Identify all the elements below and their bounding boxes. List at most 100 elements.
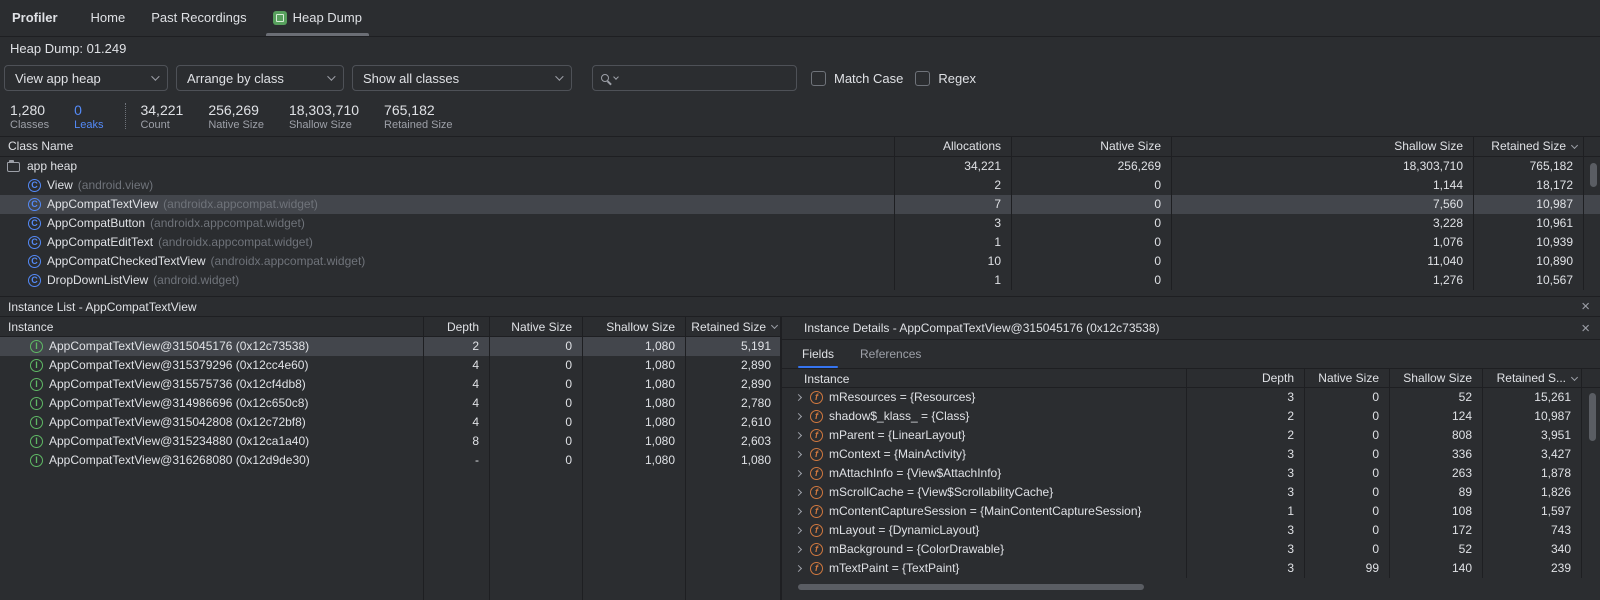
tab-heap-dump[interactable]: Heap Dump: [260, 0, 375, 36]
class-row[interactable]: CDropDownListView(android.widget)101,276…: [0, 271, 1600, 290]
close-icon[interactable]: ×: [1581, 297, 1590, 317]
class-name-label: View: [47, 176, 73, 195]
instance-retained-cell: 2,603: [685, 432, 781, 451]
stat-leaks[interactable]: 0 Leaks: [74, 102, 103, 131]
field-icon: f: [810, 448, 823, 461]
field-native-cell: 0: [1304, 540, 1389, 559]
chevron-right-icon[interactable]: [795, 546, 802, 553]
column-divider: [423, 317, 424, 600]
chevron-right-icon[interactable]: [795, 527, 802, 534]
column-header-depth[interactable]: Depth: [423, 317, 489, 336]
search-field[interactable]: [592, 65, 797, 91]
column-header-native-size[interactable]: Native Size: [489, 317, 582, 336]
match-case-option[interactable]: Match Case: [811, 71, 903, 86]
chevron-right-icon[interactable]: [795, 432, 802, 439]
field-name-label: mContext = {MainActivity}: [829, 445, 966, 464]
class-filter-select[interactable]: Show all classes: [352, 65, 572, 91]
column-header-instance[interactable]: Instance: [0, 317, 423, 336]
field-row[interactable]: fmContext = {MainActivity}303363,427: [782, 445, 1600, 464]
field-row[interactable]: fmTextPaint = {TextPaint}399140239: [782, 559, 1600, 578]
class-row[interactable]: CAppCompatCheckedTextView(androidx.appco…: [0, 252, 1600, 271]
class-row[interactable]: CAppCompatEditText(androidx.appcompat.wi…: [0, 233, 1600, 252]
column-header-shallow-size[interactable]: Shallow Size: [1389, 369, 1482, 387]
column-header-instance[interactable]: Instance: [782, 369, 1186, 387]
heap-scope-select[interactable]: View app heap: [4, 65, 168, 91]
instance-row[interactable]: IAppCompatTextView@315575736 (0x12cf4db8…: [0, 375, 780, 394]
column-header-native-size[interactable]: Native Size: [1011, 137, 1171, 156]
scrollbar-gutter: [1581, 369, 1598, 387]
instance-split: Instance Depth Native Size Shallow Size …: [0, 317, 1600, 600]
field-shallow-cell: 808: [1389, 426, 1482, 445]
instance-row[interactable]: IAppCompatTextView@315045176 (0x12c73538…: [0, 337, 780, 356]
regex-option[interactable]: Regex: [915, 71, 976, 86]
instance-row[interactable]: IAppCompatTextView@314986696 (0x12c650c8…: [0, 394, 780, 413]
chevron-right-icon[interactable]: [795, 470, 802, 477]
field-name-cell: fmBackground = {ColorDrawable}: [782, 540, 1186, 559]
scrollbar-gutter-cell: [1581, 445, 1598, 464]
chevron-right-icon[interactable]: [795, 451, 802, 458]
instance-retained-cell: 5,191: [685, 337, 781, 356]
fields-scrollbar-vertical[interactable]: [1589, 393, 1596, 441]
search-input[interactable]: [624, 71, 788, 85]
field-name-cell: fmTextPaint = {TextPaint}: [782, 559, 1186, 578]
column-header-depth-label: Depth: [1262, 369, 1294, 387]
field-depth-cell: 3: [1186, 521, 1304, 540]
field-row[interactable]: fmBackground = {ColorDrawable}3052340: [782, 540, 1600, 559]
instance-depth-cell: 4: [423, 413, 489, 432]
instance-native-cell: 0: [489, 337, 582, 356]
field-row[interactable]: fmResources = {Resources}305215,261: [782, 388, 1600, 407]
tab-references[interactable]: References: [860, 340, 921, 368]
field-row[interactable]: fmAttachInfo = {View$AttachInfo}302631,8…: [782, 464, 1600, 483]
class-table-scrollbar[interactable]: [1590, 163, 1597, 187]
column-header-allocations[interactable]: Allocations: [894, 137, 1011, 156]
search-history-chevron-icon[interactable]: [613, 74, 619, 80]
field-row[interactable]: fshadow$_klass_ = {Class}2012410,987: [782, 407, 1600, 426]
chevron-right-icon[interactable]: [795, 565, 802, 572]
stat-retained-size-label: Retained Size: [384, 119, 453, 131]
stat-shallow-size-value: 18,303,710: [289, 102, 359, 118]
field-row[interactable]: fmLayout = {DynamicLayout}30172743: [782, 521, 1600, 540]
instance-row[interactable]: IAppCompatTextView@316268080 (0x12d9de30…: [0, 451, 780, 470]
field-row[interactable]: fmScrollCache = {View$ScrollabilityCache…: [782, 483, 1600, 502]
field-row[interactable]: fmParent = {LinearLayout}208083,951: [782, 426, 1600, 445]
chevron-right-icon[interactable]: [795, 413, 802, 420]
instance-row[interactable]: IAppCompatTextView@315379296 (0x12cc4e60…: [0, 356, 780, 375]
chevron-right-icon[interactable]: [795, 508, 802, 515]
column-header-native-size[interactable]: Native Size: [1304, 369, 1389, 387]
tab-home[interactable]: Home: [78, 0, 139, 36]
chevron-right-icon[interactable]: [795, 394, 802, 401]
chevron-right-icon[interactable]: [795, 489, 802, 496]
class-icon: C: [28, 198, 41, 211]
match-case-checkbox[interactable]: [811, 71, 826, 86]
instance-row[interactable]: IAppCompatTextView@315042808 (0x12c72bf8…: [0, 413, 780, 432]
class-row[interactable]: CAppCompatButton(androidx.appcompat.widg…: [0, 214, 1600, 233]
column-header-shallow-size[interactable]: Shallow Size: [1171, 137, 1473, 156]
column-header-retained-size[interactable]: Retained Size: [685, 317, 781, 336]
tab-past-recordings[interactable]: Past Recordings: [138, 0, 259, 36]
regex-label: Regex: [938, 71, 976, 86]
active-tab-indicator: [266, 33, 369, 36]
column-header-retained-size[interactable]: Retained Size: [1473, 137, 1583, 156]
close-icon[interactable]: ×: [1581, 317, 1590, 340]
field-name-label: mContentCaptureSession = {MainContentCap…: [829, 502, 1142, 521]
arrange-select[interactable]: Arrange by class: [176, 65, 344, 91]
fields-table: Instance Depth Native Size Shallow Size …: [782, 368, 1600, 578]
class-native-cell: 0: [1011, 233, 1171, 252]
instance-row[interactable]: IAppCompatTextView@315234880 (0x12ca1a40…: [0, 432, 780, 451]
instance-name-label: AppCompatTextView@314986696 (0x12c650c8): [49, 394, 308, 413]
column-header-class-name[interactable]: Class Name: [0, 137, 894, 156]
column-header-shallow-size[interactable]: Shallow Size: [582, 317, 685, 336]
class-row[interactable]: CView(android.view)201,14418,172: [0, 176, 1600, 195]
column-header-depth[interactable]: Depth: [1186, 369, 1304, 387]
field-row[interactable]: fmContentCaptureSession = {MainContentCa…: [782, 502, 1600, 521]
instance-name-label: AppCompatTextView@315045176 (0x12c73538): [49, 337, 309, 356]
column-header-retained-size-label: Retained Size: [691, 317, 766, 336]
class-row[interactable]: CAppCompatTextView(androidx.appcompat.wi…: [0, 195, 1600, 214]
column-header-retained-size[interactable]: Retained S...: [1482, 369, 1581, 387]
fields-scrollbar-horizontal[interactable]: [798, 584, 1144, 590]
instance-name-label: AppCompatTextView@315234880 (0x12ca1a40): [49, 432, 309, 451]
class-row[interactable]: app heap34,221256,26918,303,710765,182: [0, 157, 1600, 176]
class-name-label: DropDownListView: [47, 271, 148, 290]
regex-checkbox[interactable]: [915, 71, 930, 86]
tab-fields[interactable]: Fields: [802, 340, 834, 368]
